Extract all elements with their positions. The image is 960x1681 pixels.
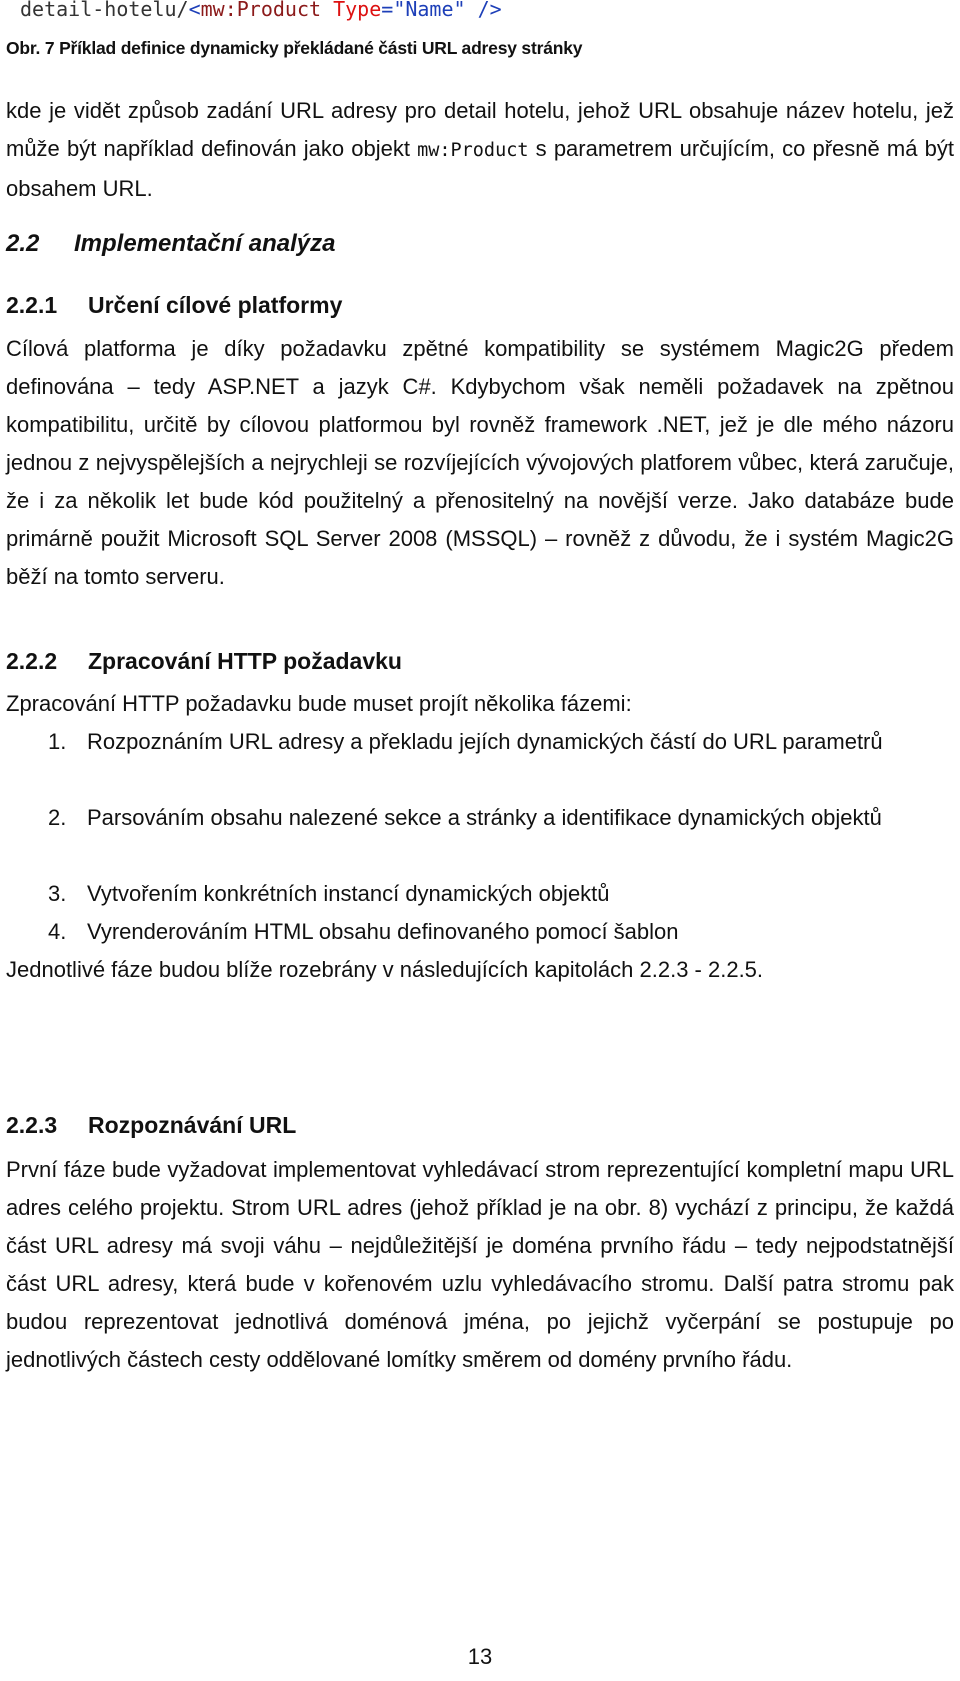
section-number: 2.2	[6, 230, 40, 257]
code-open-bracket: <	[188, 0, 201, 21]
section-title: Zpracování HTTP požadavku	[88, 648, 402, 674]
list-number: 3.	[48, 881, 67, 906]
list-item: 4. Vyrenderováním HTML obsahu definovanéh…	[48, 913, 954, 951]
code-snippet: detail-hotelu/<mw:Product Type="Name" />	[20, 0, 954, 21]
section-heading-2-2-3: 2.2.3 Rozpoznávání URL	[6, 1112, 954, 1139]
list-number: 2.	[48, 805, 67, 830]
code-close: />	[465, 0, 502, 21]
list-number: 1.	[48, 729, 67, 754]
section-number: 2.2.2	[6, 648, 58, 674]
list-text: Rozpoznáním URL adresy a překladu jejích…	[87, 729, 883, 754]
list-item: 3. Vytvořením konkrétních instancí dynami…	[48, 875, 954, 913]
figure-caption: Obr. 7 Příklad definice dynamicky překlá…	[6, 38, 583, 58]
platform-paragraph: Cílová platforma je díky požadavku zpětn…	[6, 336, 954, 589]
intro-paragraph: kde je vidět způsob zadání URL adresy pr…	[6, 92, 954, 208]
list-text: Vyrenderováním HTML obsahu definovaného …	[87, 919, 679, 944]
http-intro: Zpracování HTTP požadavku bude muset pro…	[6, 691, 632, 716]
code-attribute: Type	[333, 0, 382, 21]
section-heading-2-2-1: 2.2.1 Určení cílové platformy	[6, 292, 954, 319]
section-heading-2-2-2: 2.2.2 Zpracování HTTP požadavku	[6, 648, 954, 675]
list-text: Vytvořením konkrétních instancí dynamick…	[87, 881, 610, 906]
section-title: Implementační analýza	[74, 230, 336, 257]
code-element: mw:Product	[200, 0, 322, 21]
phases-outro: Jednotlivé fáze budou blíže rozebrány v …	[6, 957, 764, 982]
section-number: 2.2.3	[6, 1112, 58, 1138]
list-item: 1. Rozpoznáním URL adresy a překladu její…	[48, 723, 954, 761]
code-prefix: detail-hotelu/	[20, 0, 189, 21]
section-title: Určení cílové platformy	[88, 292, 343, 318]
url-recognition-paragraph: První fáze bude vyžadovat implementovat …	[6, 1157, 954, 1372]
list-item: 2. Parsováním obsahu nalezené sekce a str…	[48, 799, 954, 837]
list-text: Parsováním obsahu nalezené sekce a strán…	[87, 805, 882, 830]
code-value: "Name"	[393, 0, 466, 21]
intro-code: mw:Product	[417, 140, 529, 161]
section-title: Rozpoznávání URL	[88, 1112, 297, 1138]
section-heading-2-2: 2.2 Implementační analýza	[6, 230, 954, 258]
section-number: 2.2.1	[6, 292, 58, 318]
list-number: 4.	[48, 919, 67, 944]
page-number: 13	[467, 1644, 493, 1669]
code-equals: =	[381, 0, 394, 21]
